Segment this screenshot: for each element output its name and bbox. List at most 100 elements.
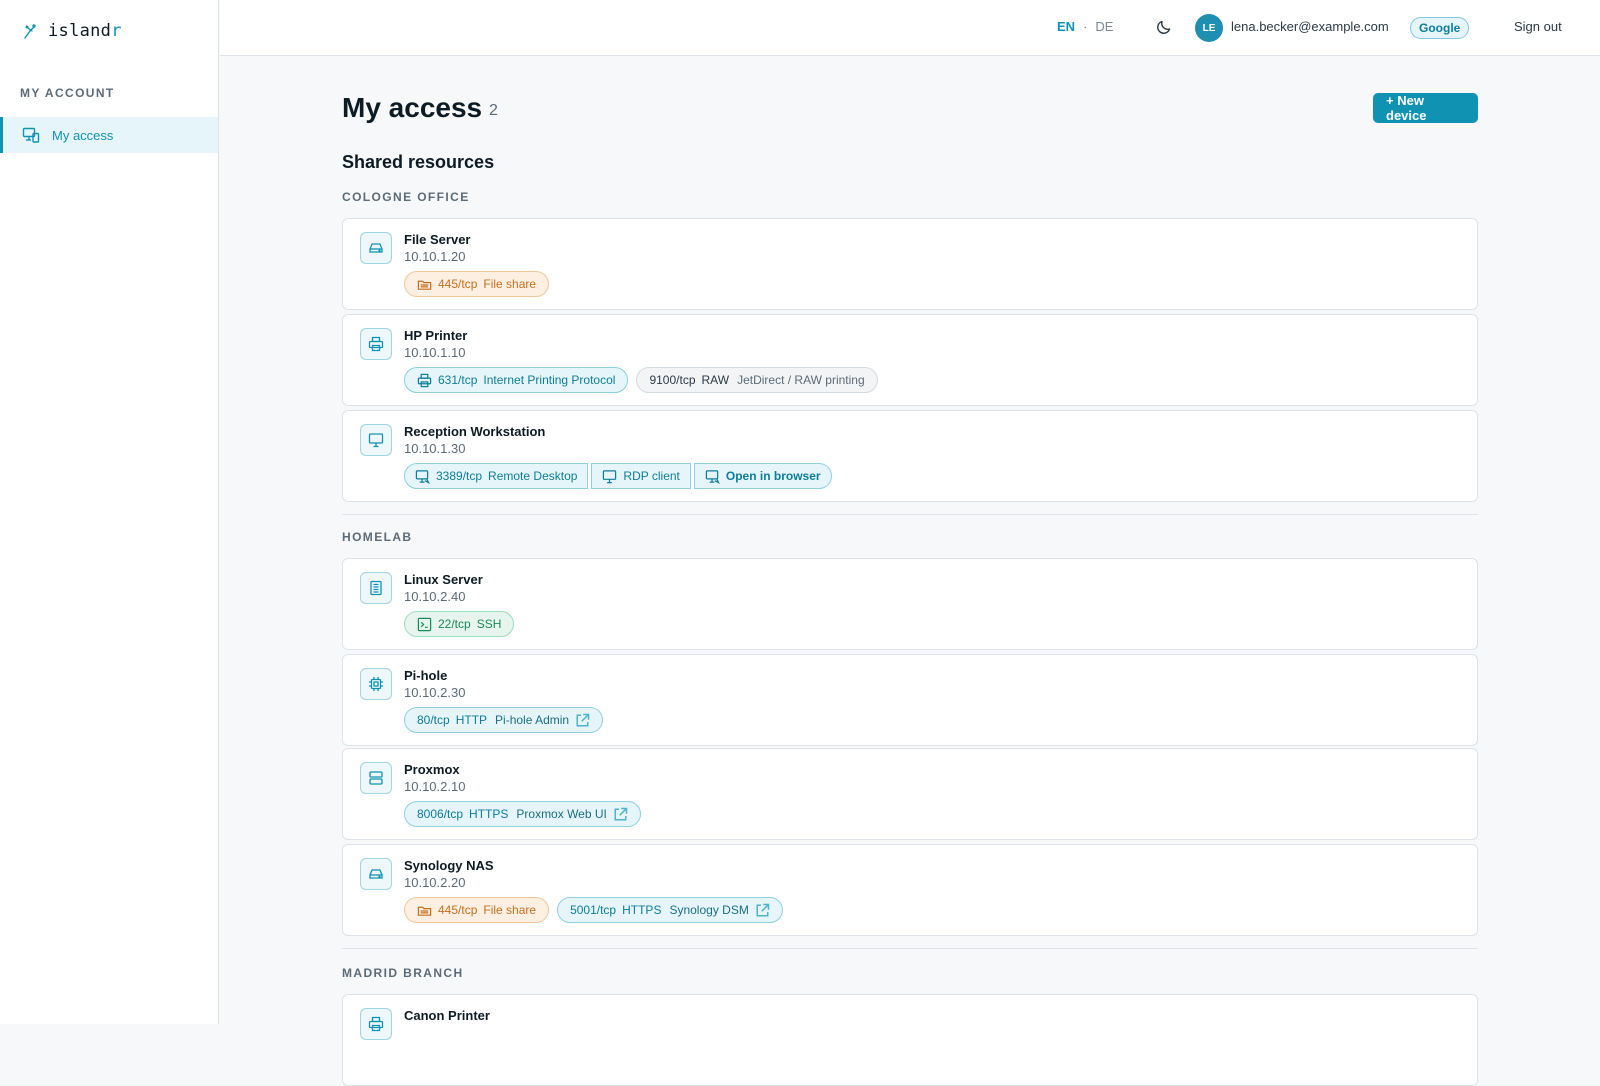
rdp-client-button[interactable]: RDP client	[591, 463, 691, 489]
service-chip[interactable]: 3389/tcp Remote Desktop	[404, 463, 589, 489]
service-label: Internet Printing Protocol	[483, 373, 616, 387]
service-chip[interactable]: 22/tcp SSH	[404, 611, 515, 637]
printer-icon	[417, 373, 432, 387]
device-name: Linux Server	[404, 572, 483, 587]
devices-icon	[22, 127, 40, 143]
service-port: 445/tcp	[438, 903, 478, 917]
page-count: 2	[489, 102, 498, 119]
drive-icon	[360, 232, 392, 264]
folder-icon	[417, 906, 432, 916]
terminal-icon	[417, 617, 432, 631]
section-title: Shared resources	[342, 152, 495, 172]
device-card: Pi-hole 10.10.2.30 80/tcp HTTP Pi-hole A…	[342, 654, 1478, 746]
device-name: File Server	[404, 232, 471, 247]
moon-icon[interactable]	[1155, 18, 1173, 36]
lang-separator: ·	[1083, 19, 1088, 34]
page-title: My access	[342, 92, 483, 123]
external-link-icon	[756, 903, 770, 916]
group-divider	[342, 514, 1478, 515]
group-label-cologne: COLOGNE OFFICE	[342, 190, 470, 204]
monitor-icon	[360, 424, 392, 456]
service-label: SSH	[476, 617, 502, 631]
rdp-service-group: 3389/tcp Remote Desktop RDP client Open …	[404, 463, 832, 489]
service-port: 3389/tcp	[436, 469, 483, 483]
monitor-icon	[603, 469, 617, 483]
service-chip[interactable]: 445/tcp File share	[404, 271, 550, 297]
device-card: Proxmox 10.10.2.10 8006/tcp HTTPS Proxmo…	[342, 748, 1478, 840]
service-port: 5001/tcp	[570, 903, 617, 917]
sidebar: islandr MY ACCOUNT My access	[0, 0, 219, 1024]
open-in-browser-label: Open in browser	[725, 469, 821, 483]
device-ip: 10.10.2.10	[404, 779, 466, 794]
group-label-madrid: MADRID BRANCH	[342, 966, 464, 980]
service-label: File share	[483, 903, 537, 917]
service-link-chip[interactable]: 80/tcp HTTP Pi-hole Admin	[404, 707, 604, 733]
sidebar-item-label: My access	[52, 127, 114, 143]
lang-de[interactable]: DE	[1095, 19, 1113, 34]
device-ip: 10.10.1.20	[404, 249, 466, 264]
topbar: EN · DE LE lena.becker@example.com Googl…	[220, 0, 1600, 56]
service-label: Proxmox Web UI	[516, 807, 607, 821]
avatar[interactable]: LE	[1195, 14, 1223, 42]
group-label-homelab: HOMELAB	[342, 530, 413, 544]
device-name: Pi-hole	[404, 668, 448, 683]
sidebar-section-label: MY ACCOUNT	[20, 86, 115, 100]
service-label: Remote Desktop	[488, 469, 578, 483]
service-label: Pi-hole Admin	[495, 713, 570, 727]
group-divider	[342, 948, 1478, 949]
service-protocol: HTTPS	[469, 807, 509, 821]
device-name: Canon Printer	[404, 1008, 490, 1023]
service-chip[interactable]: 9100/tcp RAW JetDirect / RAW printing	[636, 367, 878, 393]
drive-icon	[360, 858, 392, 890]
external-link-icon	[614, 807, 628, 820]
service-port: 445/tcp	[438, 277, 478, 291]
new-device-button[interactable]: + New device	[1373, 93, 1478, 123]
device-card: File Server 10.10.1.20 445/tcp File shar…	[342, 218, 1478, 310]
device-name: Synology NAS	[404, 858, 494, 873]
sign-out-button[interactable]: Sign out	[1514, 19, 1562, 34]
folder-icon	[417, 280, 432, 290]
service-label: JetDirect / RAW printing	[737, 373, 865, 387]
service-port: 8006/tcp	[417, 807, 464, 821]
rdp-client-label: RDP client	[623, 469, 680, 483]
service-chip[interactable]: 631/tcp Internet Printing Protocol	[404, 367, 629, 393]
device-ip: 10.10.2.20	[404, 875, 466, 890]
external-link-icon	[576, 713, 590, 726]
service-chip[interactable]: 445/tcp File share	[404, 897, 550, 923]
remote-desktop-icon	[415, 469, 430, 484]
device-ip: 10.10.2.30	[404, 685, 466, 700]
chip-icon	[360, 668, 392, 700]
auth-provider-badge: Google	[1410, 17, 1470, 39]
service-label: Synology DSM	[669, 903, 749, 917]
language-switcher: EN · DE	[1057, 19, 1113, 34]
remote-desktop-icon	[705, 469, 720, 484]
device-card: Synology NAS 10.10.2.20 445/tcp File sha…	[342, 844, 1478, 936]
service-port: 80/tcp	[417, 713, 450, 727]
service-port: 22/tcp	[438, 617, 471, 631]
logo[interactable]: islandr	[22, 21, 122, 41]
open-in-browser-button[interactable]: Open in browser	[693, 463, 832, 489]
device-name: HP Printer	[404, 328, 468, 343]
service-link-chip[interactable]: 5001/tcp HTTPS Synology DSM	[557, 897, 783, 923]
service-protocol: RAW	[701, 373, 730, 387]
server-icon	[360, 572, 392, 604]
device-ip: 10.10.2.40	[404, 589, 466, 604]
rack-icon	[360, 762, 392, 794]
lang-en[interactable]: EN	[1057, 19, 1075, 34]
service-link-chip[interactable]: 8006/tcp HTTPS Proxmox Web UI	[404, 801, 641, 827]
device-ip: 10.10.1.10	[404, 345, 466, 360]
service-port: 631/tcp	[438, 373, 478, 387]
logo-mark-icon	[24, 24, 36, 39]
service-protocol: HTTP	[455, 713, 488, 727]
device-name: Reception Workstation	[404, 424, 546, 439]
device-card: Reception Workstation 10.10.1.30 3389/tc…	[342, 410, 1478, 502]
device-card: Canon Printer	[342, 994, 1478, 1086]
device-name: Proxmox	[404, 762, 460, 777]
device-ip: 10.10.1.30	[404, 441, 466, 456]
user-email: lena.becker@example.com	[1231, 19, 1389, 34]
printer-icon	[360, 1008, 392, 1040]
sidebar-item-my-access[interactable]: My access	[0, 117, 218, 153]
device-card: HP Printer 10.10.1.10 631/tcp Internet P…	[342, 314, 1478, 406]
logo-text: islandr	[48, 21, 122, 41]
service-port: 9100/tcp	[649, 373, 696, 387]
